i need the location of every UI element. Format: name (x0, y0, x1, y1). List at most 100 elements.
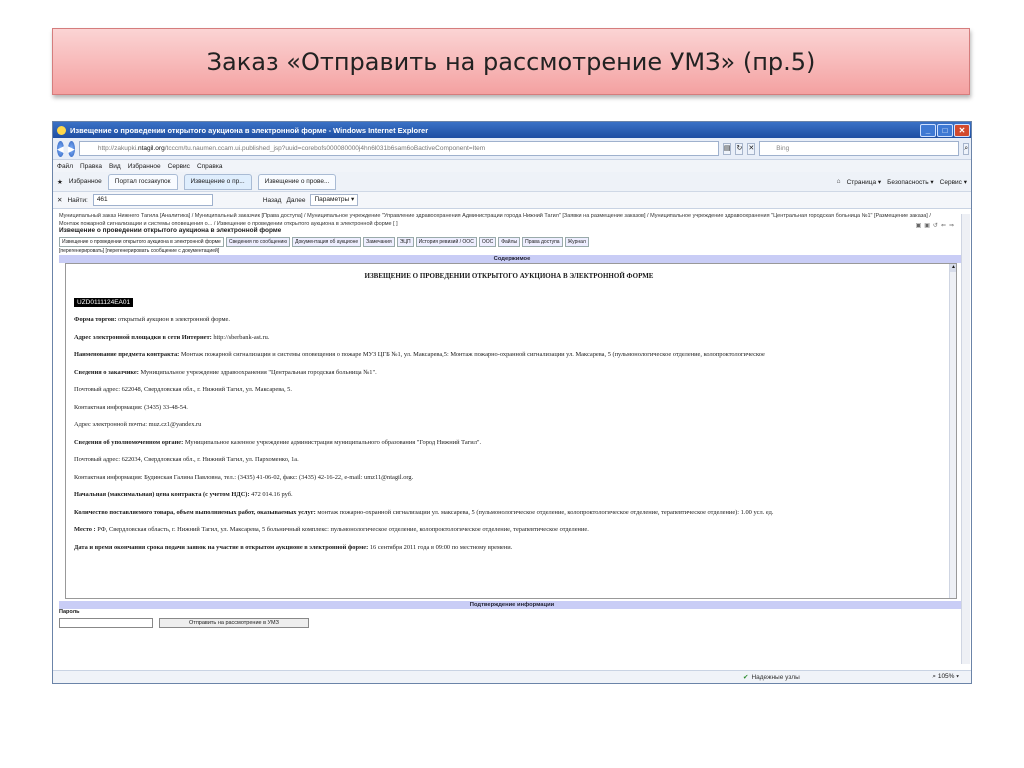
minimize-button[interactable]: _ (920, 123, 936, 137)
document-line-label: Форма торгов: (74, 316, 117, 323)
window-titlebar: Извещение о проведении открытого аукцион… (53, 122, 971, 138)
tab-files[interactable]: Файлы (498, 237, 521, 247)
document-line-text: монтаж пожарно-охранной сигнализации ул.… (315, 508, 774, 516)
check-icon: ✔ (743, 674, 749, 681)
document-line: Почтовый адрес: 622034, Свердловская обл… (74, 456, 944, 463)
forward-button[interactable]: ▶ (67, 140, 75, 157)
menu-item[interactable]: Правка (80, 163, 102, 170)
refresh-icon[interactable]: ↻ (735, 142, 744, 155)
menu-item[interactable]: Вид (109, 163, 121, 170)
document-line: Адрес электронной почты: muz.cz1@yandex.… (74, 421, 944, 428)
section-header: Содержимое (59, 255, 965, 263)
tool-service[interactable]: Сервис ▾ (940, 178, 967, 186)
tab-history[interactable]: История ревизий / ООС (415, 237, 477, 247)
document-line: Адрес электронной площадки в сети Интерн… (74, 334, 944, 341)
content-tabs: Извещение о проведении открытого аукцион… (53, 237, 971, 247)
menu-item[interactable]: Сервис (168, 163, 190, 170)
breadcrumb[interactable]: Муниципальный заказ Нижнего Тагила [Анал… (53, 209, 971, 227)
document-content: ИЗВЕЩЕНИЕ О ПРОВЕДЕНИИ ОТКРЫТОГО АУКЦИОН… (65, 263, 957, 599)
document-line: Начальная (максимальная) цена контракта … (74, 491, 944, 498)
find-next-button[interactable]: Далее (286, 197, 305, 204)
stop-icon[interactable]: ✕ (747, 142, 756, 155)
regenerate-links[interactable]: [перегенерировать] [перегенерировать соо… (53, 247, 971, 255)
document-line-text: http://sberbank-ast.ru. (211, 333, 270, 341)
document-scrollbar[interactable]: ▲ (949, 264, 956, 598)
document-line-text: открытый аукцион в электронной форме. (116, 316, 230, 323)
document-line-label: Наименование предмета контракта: (74, 351, 180, 358)
document-line-text: Муниципальное казенное учреждение админи… (183, 438, 482, 446)
find-label: Найти: (67, 196, 88, 204)
url-domain: ntagil.org (137, 145, 165, 152)
menu-bar: Файл Правка Вид Избранное Сервис Справка (53, 160, 971, 172)
page-title: Извещение о проведении открытого аукцион… (59, 227, 282, 234)
menu-item[interactable]: Справка (197, 163, 223, 170)
tab-notice[interactable]: Извещение о проведении открытого аукцион… (59, 237, 224, 247)
menu-item[interactable]: Файл (57, 163, 73, 170)
document-line-label: Дата и время окончания срока подачи заяв… (74, 543, 369, 551)
document-line: Место : РФ, Свердловская область, г. Ниж… (74, 526, 944, 533)
compat-icon[interactable]: ▤ (722, 142, 732, 155)
toolbar-icons[interactable]: ▣▣↺⇐⇒ (916, 222, 957, 229)
url-prefix: http://zakupki. (97, 145, 138, 152)
document-line: Сведения об уполномоченном органе: Муниц… (74, 439, 944, 446)
slide-title: Заказ «Отправить на рассмотрение УМЗ» (п… (52, 28, 970, 95)
url-field[interactable]: http://zakupki.ntagil.org/tcccm/tu.naume… (78, 141, 719, 156)
back-button[interactable]: ◀ (57, 140, 64, 157)
tab-portal[interactable]: Портал госзакупок (107, 173, 178, 190)
maximize-button[interactable]: □ (937, 123, 953, 137)
document-line-text: РФ, Свердловская область, г. Нижний Таги… (95, 526, 589, 533)
document-line-label: Место : (74, 526, 96, 533)
document-line-label: Сведения о заказчике: (74, 368, 139, 376)
document-line: Наименование предмета контракта: Монтаж … (74, 351, 944, 358)
document-line-text: Адрес электронной почты: muz.cz1@yandex.… (74, 421, 202, 428)
document-line: Почтовый адрес: 622048, Свердловская обл… (74, 386, 944, 393)
find-input[interactable]: 461 (92, 194, 213, 206)
search-field[interactable]: Bing (759, 141, 960, 156)
send-to-umz-button[interactable]: Отправить на рассмотрение в УМЗ (159, 618, 309, 628)
scroll-up-icon[interactable]: ▲ (950, 264, 956, 272)
find-bar: ✕ Найти: 461 Назад Далее Параметры ▾ (53, 192, 971, 209)
tab-remarks[interactable]: Замечания (363, 237, 395, 247)
home-icon[interactable]: ⌂ (837, 178, 841, 186)
search-icon[interactable]: ⌕ (963, 142, 970, 155)
confirm-header: Подтверждение информации (59, 601, 965, 609)
favorites-bar: ★ Избранное Портал госзакупок Извещение … (53, 172, 971, 192)
tab-signature[interactable]: ЭЦП (396, 237, 414, 247)
favorites-star-icon[interactable]: ★ (57, 178, 63, 186)
document-title: ИЗВЕЩЕНИЕ О ПРОВЕДЕНИИ ОТКРЫТОГО АУКЦИОН… (364, 272, 654, 280)
zone-status: ✔ Надежные узлы (743, 673, 800, 681)
url-rest: /tcccm/tu.naumen.ccam.ui.published_jsp?u… (164, 145, 486, 152)
zoom-value: 105% (937, 673, 955, 680)
tab-oos[interactable]: ООС (478, 237, 497, 247)
zoom-level[interactable]: ⌕ 105% ▾ (932, 673, 971, 681)
find-params-button[interactable]: Параметры ▾ (310, 194, 359, 206)
document-line-text: 472 014.16 руб. (249, 491, 293, 498)
close-find-icon[interactable]: ✕ (57, 196, 62, 204)
tab-message-info[interactable]: Сведения по сообщению (225, 237, 291, 247)
document-line: Дата и время окончания срока подачи заяв… (74, 544, 944, 551)
notice-code: UZD0111124EA01 (74, 298, 134, 307)
favorites-label[interactable]: Избранное (69, 178, 102, 185)
document-line-text: Почтовый адрес: 622048, Свердловская обл… (74, 386, 292, 393)
tool-page[interactable]: Страница ▾ (847, 178, 882, 186)
status-bar: ✔ Надежные узлы ⌕ 105% ▾ (53, 670, 971, 683)
tool-security[interactable]: Безопасность ▾ (887, 178, 934, 186)
tab-notice-2[interactable]: Извещение о прове... (257, 173, 337, 190)
tab-notice-1[interactable]: Извещение о пр... (183, 173, 252, 190)
page-scrollbar[interactable] (961, 214, 970, 664)
document-line-text: 16 сентября 2011 года в 09:00 по местном… (368, 543, 513, 551)
menu-item[interactable]: Избранное (128, 163, 161, 170)
document-line-label: Сведения об уполномоченном органе: (74, 438, 184, 446)
document-line-text: Монтаж пожарной сигнализации и системы о… (179, 351, 765, 358)
document-line-text: Почтовый адрес: 622034, Свердловская обл… (74, 456, 299, 463)
tab-documentation[interactable]: Документация об аукционе (292, 237, 362, 247)
password-input[interactable] (59, 618, 153, 628)
tab-journal[interactable]: Журнал (564, 237, 589, 247)
zone-label: Надежные узлы (751, 674, 800, 681)
document-line: Количество поставляемого товара, объем в… (74, 509, 944, 516)
document-line-text: Муниципальное учреждение здравоохранения… (138, 368, 377, 376)
close-button[interactable]: ✕ (954, 123, 970, 137)
find-prev-button[interactable]: Назад (263, 197, 282, 204)
browser-window: Извещение о проведении открытого аукцион… (52, 121, 972, 684)
tab-access[interactable]: Права доступа (522, 237, 563, 247)
